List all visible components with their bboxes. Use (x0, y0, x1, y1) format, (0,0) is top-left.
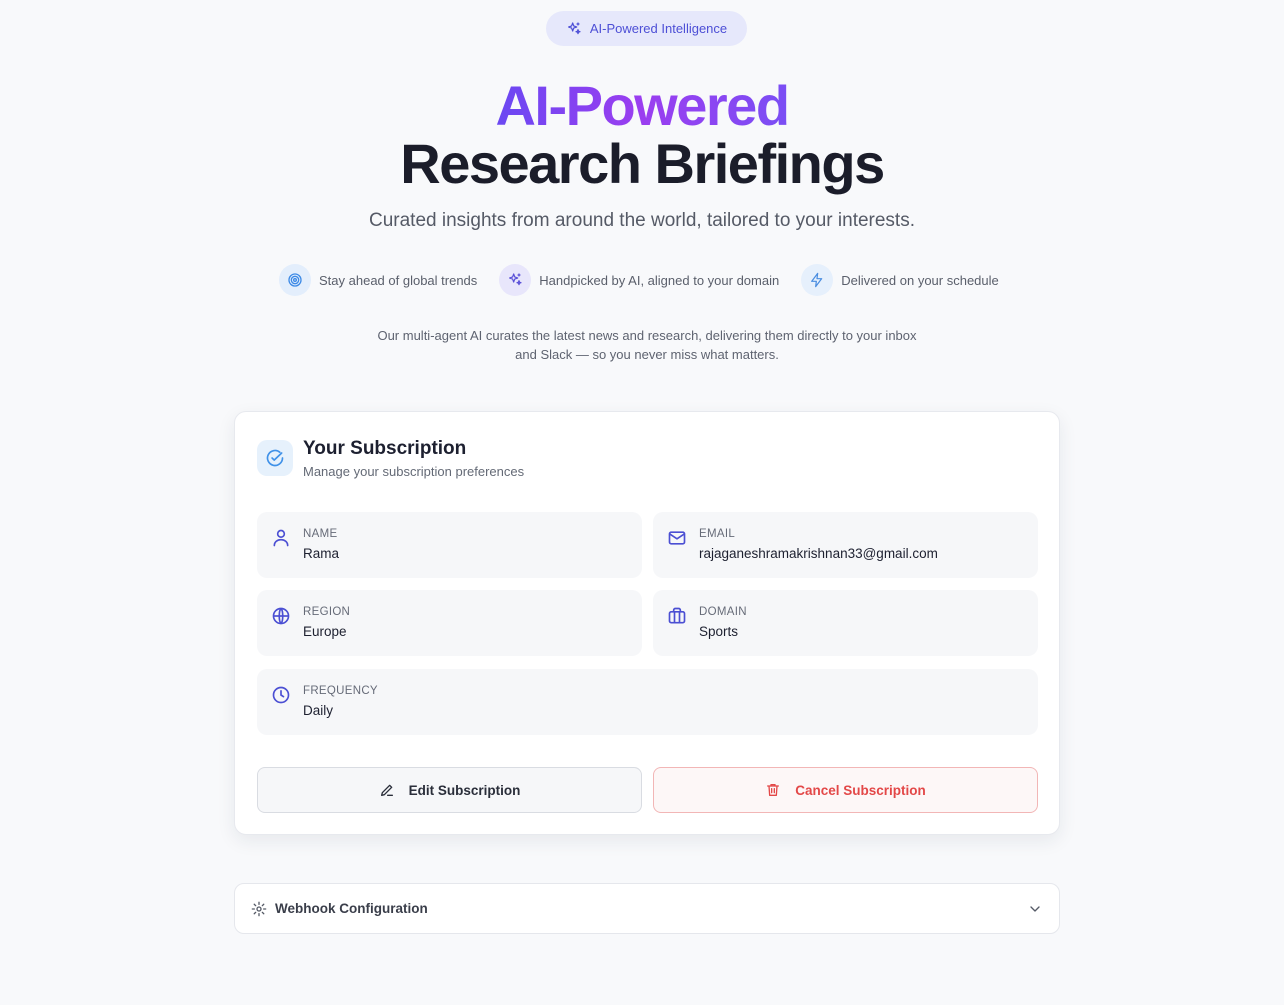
feature-label: Stay ahead of global trends (319, 272, 478, 288)
sparkles-icon (567, 21, 581, 34)
subscription-card: Your Subscription Manage your subscripti… (234, 411, 1060, 835)
card-subtitle: Manage your subscription preferences (303, 464, 525, 479)
field-name: NAME Rama (257, 512, 642, 578)
briefcase-icon (667, 606, 687, 626)
cancel-subscription-button[interactable]: Cancel Subscription (653, 767, 1038, 813)
lightning-icon (801, 264, 834, 296)
field-frequency: FREQUENCY Daily (257, 669, 1038, 735)
ai-powered-badge: AI-Powered Intelligence (546, 11, 747, 46)
check-circle-icon (257, 440, 293, 476)
chevron-down-icon (1030, 905, 1040, 912)
badge-label: AI-Powered Intelligence (589, 21, 728, 36)
feature-item: Handpicked by AI, aligned to your domain (499, 264, 779, 296)
pencil-icon (380, 784, 393, 796)
hero-title-highlight: AI-Powered (495, 74, 790, 137)
field-value: Rama (303, 546, 340, 561)
field-region: REGION Europe (257, 590, 642, 656)
hero-subtitle: Curated insights from around the world, … (369, 210, 915, 231)
clock-icon (271, 685, 291, 705)
field-label: DOMAIN (699, 606, 747, 618)
gear-icon (251, 901, 267, 916)
target-icon (279, 264, 311, 296)
edit-subscription-label: Edit Subscription (408, 782, 521, 798)
webhook-label: Webhook Configuration (275, 901, 428, 916)
edit-subscription-button[interactable]: Edit Subscription (257, 767, 642, 813)
field-label: NAME (303, 528, 338, 540)
cancel-subscription-label: Cancel Subscription (795, 782, 926, 798)
globe-icon (271, 606, 291, 626)
field-label: REGION (303, 606, 351, 618)
field-label: EMAIL (699, 528, 736, 540)
field-value: Sports (699, 624, 739, 639)
field-email: EMAIL rajaganeshramakrishnan33@gmail.com (653, 512, 1038, 578)
feature-label: Handpicked by AI, aligned to your domain (539, 272, 780, 288)
card-title: Your Subscription (303, 438, 467, 459)
sparkles-icon (499, 264, 532, 296)
field-value: Daily (303, 703, 334, 718)
trash-icon (767, 784, 780, 796)
feature-label: Delivered on your schedule (841, 272, 999, 288)
field-domain: DOMAIN Sports (653, 590, 1038, 656)
feature-list: Stay ahead of global trends Handpicked b… (279, 264, 1021, 296)
user-icon (271, 528, 291, 548)
mail-icon (667, 528, 687, 548)
webhook-configuration-toggle[interactable]: Webhook Configuration (234, 883, 1060, 934)
field-value: rajaganeshramakrishnan33@gmail.com (699, 546, 938, 561)
field-value: Europe (303, 624, 347, 639)
hero-title: AI-Powered Research Briefings (0, 78, 1284, 192)
hero-title-main: Research Briefings (400, 132, 885, 195)
field-label: FREQUENCY (303, 685, 378, 697)
feature-item: Stay ahead of global trends (279, 264, 477, 296)
description-text: Our multi-agent AI curates the latest ne… (377, 328, 917, 362)
feature-item: Delivered on your schedule (801, 264, 999, 296)
